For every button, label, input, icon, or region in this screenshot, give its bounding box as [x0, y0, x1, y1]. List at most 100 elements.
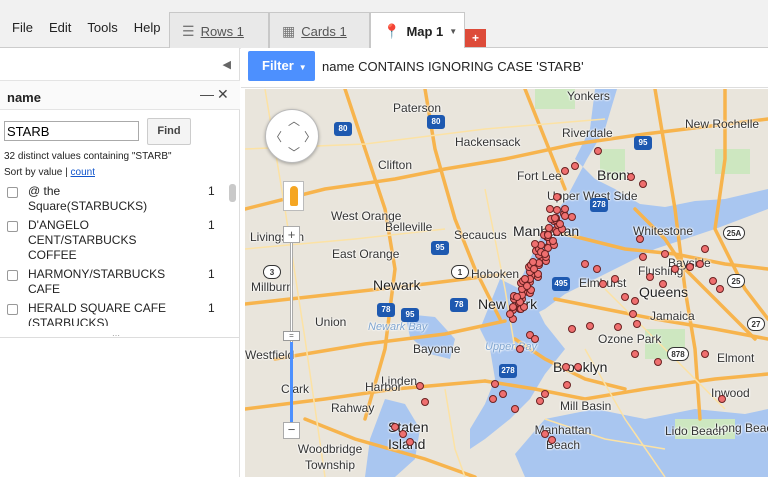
location-marker[interactable]: [553, 193, 561, 201]
filter-button[interactable]: Filter ▼: [248, 51, 315, 81]
location-marker[interactable]: [671, 265, 679, 273]
filter-expression[interactable]: name CONTAINS IGNORING CASE 'STARB': [322, 59, 584, 74]
checkbox[interactable]: [7, 221, 18, 232]
tab-map-dropdown-icon[interactable]: ▼: [449, 27, 457, 36]
location-marker[interactable]: [611, 275, 619, 283]
tab-cards[interactable]: ▦ Cards 1: [269, 12, 370, 49]
location-marker[interactable]: [548, 436, 556, 444]
pan-down-icon[interactable]: ﹀: [288, 144, 300, 161]
location-marker[interactable]: [631, 350, 639, 358]
pegman-figure: [290, 186, 298, 206]
location-marker[interactable]: [581, 260, 589, 268]
location-marker[interactable]: [499, 390, 507, 398]
location-marker[interactable]: [701, 350, 709, 358]
location-marker[interactable]: [544, 230, 553, 239]
location-marker[interactable]: [701, 245, 709, 253]
location-marker[interactable]: [696, 260, 704, 268]
location-marker[interactable]: [659, 280, 667, 288]
menu-bar: File Edit Tools Help: [4, 20, 168, 35]
location-marker[interactable]: [536, 397, 544, 405]
location-marker[interactable]: [646, 273, 654, 281]
tab-map[interactable]: 📍 Map 1 ▼: [370, 12, 465, 49]
location-marker[interactable]: [561, 167, 569, 175]
location-marker[interactable]: [516, 345, 524, 353]
map-label: Rahway: [331, 401, 375, 415]
pan-control[interactable]: ︿ ﹀ 〈 〉: [265, 109, 319, 163]
location-marker[interactable]: [511, 405, 519, 413]
value-count: 1: [208, 267, 215, 281]
location-marker[interactable]: [631, 297, 639, 305]
location-marker[interactable]: [661, 250, 669, 258]
location-marker[interactable]: [599, 280, 607, 288]
street-view-pegman-icon[interactable]: [283, 181, 304, 211]
location-marker[interactable]: [505, 309, 514, 318]
location-marker[interactable]: [416, 382, 424, 390]
location-marker[interactable]: [544, 223, 553, 232]
list-scrollbar[interactable]: [229, 184, 236, 324]
location-marker[interactable]: [391, 423, 399, 431]
location-marker[interactable]: [639, 253, 647, 261]
location-marker[interactable]: [594, 147, 602, 155]
menu-tools[interactable]: Tools: [79, 20, 125, 35]
location-marker[interactable]: [489, 395, 497, 403]
menu-help[interactable]: Help: [126, 20, 169, 35]
add-tab-button[interactable]: +: [465, 29, 486, 47]
zoom-out-button[interactable]: −: [283, 422, 300, 439]
location-marker[interactable]: [654, 358, 662, 366]
location-marker[interactable]: [421, 398, 429, 406]
location-marker[interactable]: [718, 395, 726, 403]
location-marker[interactable]: [528, 258, 537, 267]
list-scrollbar-thumb[interactable]: [229, 184, 236, 202]
pan-left-icon[interactable]: 〈: [270, 128, 282, 145]
location-marker[interactable]: [562, 363, 570, 371]
pan-up-icon[interactable]: ︿: [288, 112, 300, 129]
sort-by-count-link[interactable]: count: [71, 167, 95, 178]
location-marker[interactable]: [633, 320, 641, 328]
location-marker[interactable]: [568, 213, 576, 221]
top-bar: File Edit Tools Help ☰ Rows 1 ▦ Cards 1 …: [0, 0, 768, 49]
checkbox[interactable]: [7, 304, 18, 315]
close-icon[interactable]: ✕: [217, 86, 229, 103]
tab-rows[interactable]: ☰ Rows 1: [169, 12, 269, 49]
pan-right-icon[interactable]: 〉: [304, 128, 316, 145]
map-canvas[interactable]: Yonkers Paterson Hackensack New Rochelle…: [245, 89, 768, 477]
location-marker[interactable]: [593, 265, 601, 273]
location-marker[interactable]: [709, 277, 717, 285]
location-marker[interactable]: [541, 250, 549, 258]
location-marker[interactable]: [513, 292, 522, 301]
value-count: 1: [208, 301, 215, 315]
location-marker[interactable]: [571, 162, 579, 170]
menu-edit[interactable]: Edit: [41, 20, 79, 35]
menu-file[interactable]: File: [4, 20, 41, 35]
value-search-input[interactable]: [4, 121, 139, 141]
collapse-panel-icon[interactable]: ◀: [223, 58, 231, 71]
location-marker[interactable]: [574, 363, 582, 371]
location-marker[interactable]: [531, 335, 539, 343]
location-marker[interactable]: [621, 293, 629, 301]
location-marker[interactable]: [406, 438, 414, 446]
location-marker[interactable]: [629, 310, 637, 318]
location-marker[interactable]: [716, 285, 724, 293]
minimize-icon[interactable]: —: [200, 86, 214, 102]
map-label: Elmont: [717, 351, 755, 365]
location-marker[interactable]: [614, 323, 622, 331]
location-marker[interactable]: [686, 263, 694, 271]
location-marker[interactable]: [399, 430, 407, 438]
location-marker[interactable]: [627, 173, 635, 181]
zoom-slider-handle[interactable]: =: [283, 331, 300, 341]
map-label: Newark: [373, 277, 421, 293]
location-marker[interactable]: [639, 180, 647, 188]
zoom-in-button[interactable]: +: [283, 226, 300, 243]
location-marker[interactable]: [546, 205, 554, 213]
location-marker[interactable]: [636, 235, 644, 243]
resize-grip-icon[interactable]: ⋯: [112, 331, 121, 340]
location-marker[interactable]: [568, 325, 576, 333]
checkbox[interactable]: [7, 187, 18, 198]
location-marker[interactable]: [586, 322, 594, 330]
location-marker[interactable]: [491, 380, 499, 388]
find-button[interactable]: Find: [147, 118, 191, 145]
location-marker[interactable]: [563, 381, 571, 389]
checkbox[interactable]: [7, 270, 18, 281]
route-shield: 25: [727, 274, 745, 288]
location-marker[interactable]: [531, 240, 539, 248]
